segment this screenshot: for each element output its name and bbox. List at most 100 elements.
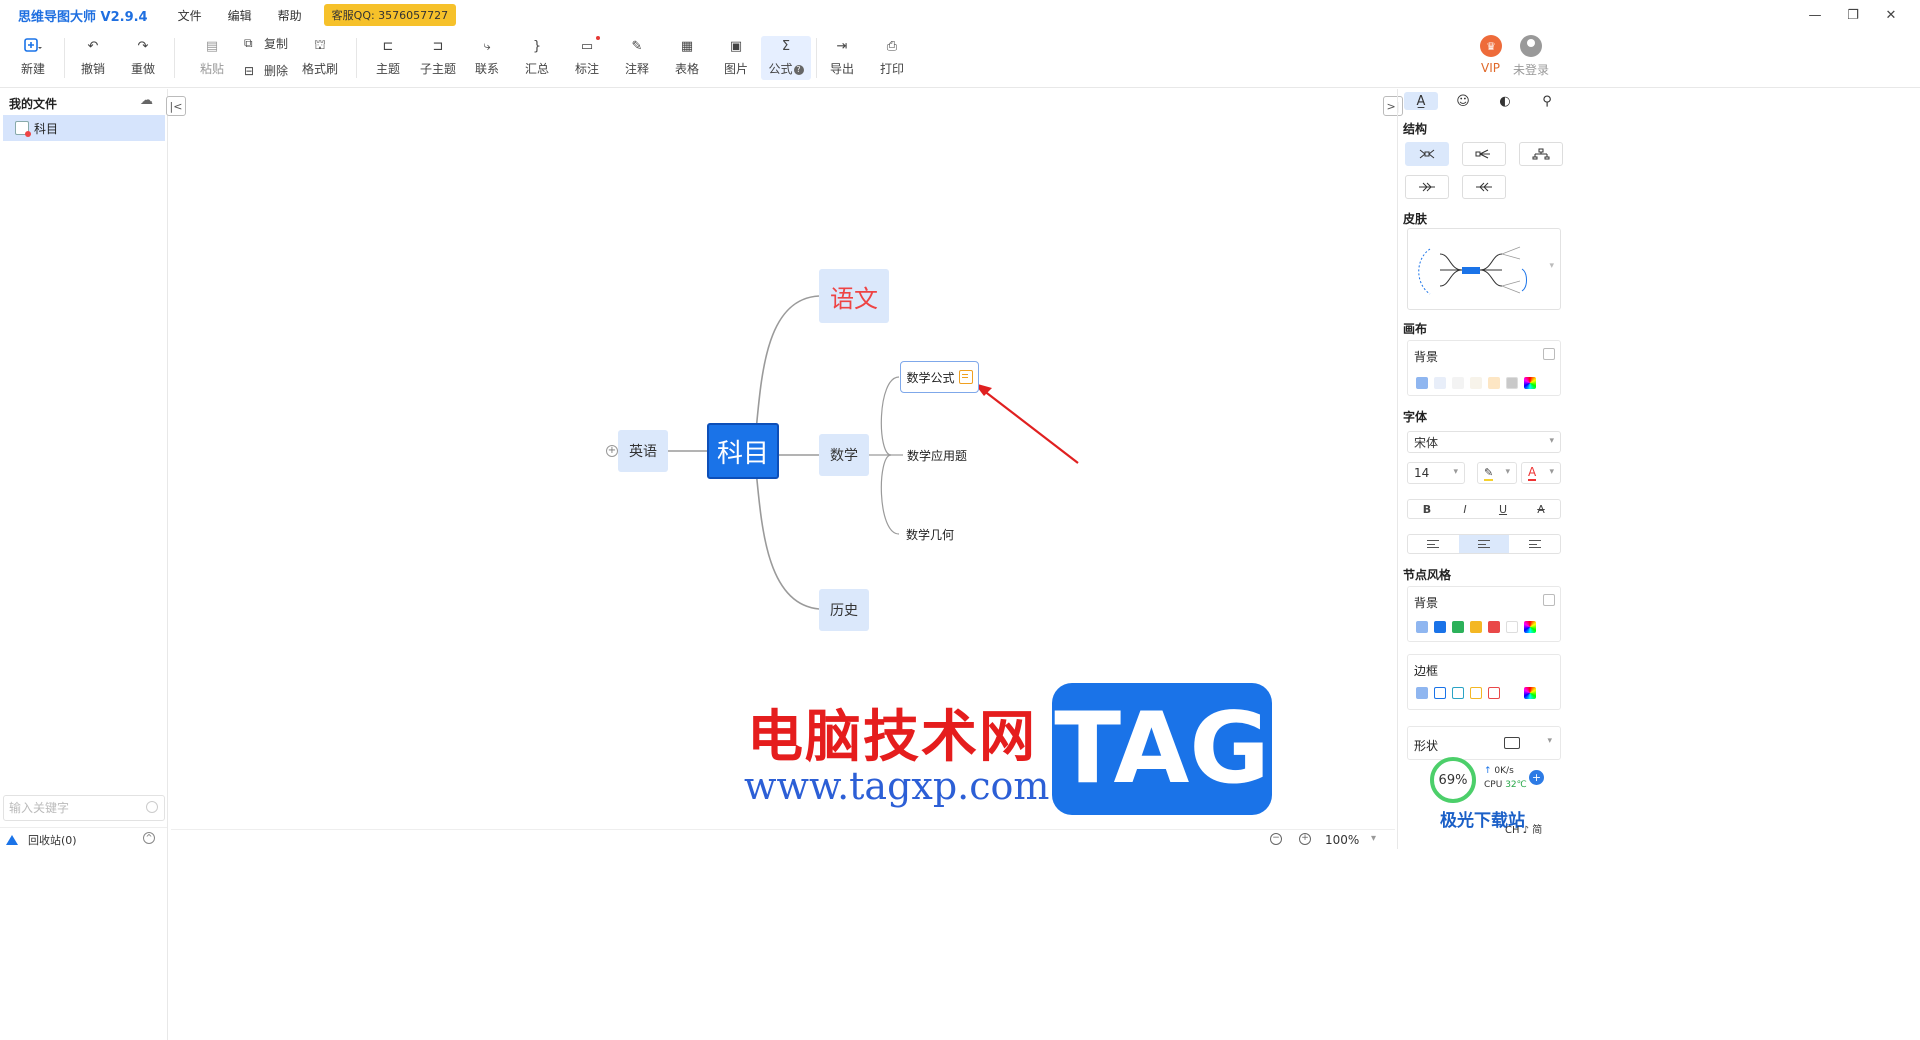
custom-color-swatch[interactable] [1416, 377, 1428, 389]
print-button[interactable]: ⎙ 打印 [867, 36, 917, 80]
border-color-swatch[interactable] [1452, 687, 1464, 699]
copy-button[interactable]: ⧉ 复制 [244, 35, 288, 52]
image-button[interactable]: ▣ 图片 [711, 36, 761, 80]
color-swatch[interactable] [1506, 377, 1518, 389]
undo-button[interactable]: ↶ 撤销 [68, 36, 118, 80]
color-swatch[interactable] [1470, 377, 1482, 389]
color-swatch[interactable] [1488, 621, 1500, 633]
skin-preview[interactable]: ▾ [1407, 228, 1561, 310]
support-qq-badge[interactable]: 客服QQ: 3576057727 [323, 4, 457, 26]
menu-help[interactable]: 帮助 [278, 7, 302, 24]
vip-crown-icon[interactable]: ♛ [1480, 35, 1502, 57]
recycle-bin-bar[interactable]: 回收站(0) ^ [0, 827, 167, 851]
custom-color-swatch[interactable] [1416, 687, 1428, 699]
avatar[interactable] [1520, 35, 1542, 57]
underline-button[interactable]: U [1484, 500, 1522, 518]
summary-brace-icon: } [532, 38, 542, 54]
color-swatch[interactable] [1452, 377, 1464, 389]
structure-fishbone-left-button[interactable] [1462, 175, 1506, 199]
node-chinese[interactable]: 语文 [819, 269, 889, 323]
menu-file[interactable]: 文件 [178, 7, 202, 24]
close-button[interactable]: ✕ [1872, 4, 1910, 26]
login-status[interactable]: 未登录 [1513, 61, 1549, 78]
color-picker-icon[interactable] [1524, 621, 1536, 633]
tab-search-icon[interactable]: ⚲ [1530, 92, 1564, 110]
node-math-applied[interactable]: 数学应用题 [904, 445, 970, 465]
chevron-down-icon[interactable]: ▾ [1549, 261, 1554, 271]
structure-org-button[interactable] [1519, 142, 1563, 166]
color-swatch[interactable] [1488, 377, 1500, 389]
node-math-formula[interactable]: 数学公式 [900, 361, 979, 393]
border-color-swatch[interactable] [1434, 687, 1446, 699]
mark-button[interactable]: ▭ 标注 [562, 36, 612, 80]
shape-card[interactable]: 形状 ▾ [1407, 726, 1561, 760]
summary-button[interactable]: } 汇总 [512, 36, 562, 80]
border-color-swatch[interactable] [1506, 687, 1518, 699]
export-button[interactable]: ⇥ 导出 [817, 36, 867, 80]
node-math-geometry[interactable]: 数学几何 [904, 524, 956, 544]
redo-button[interactable]: ↷ 重做 [118, 36, 168, 80]
delete-button[interactable]: ⊟ 删除 [244, 62, 288, 79]
highlight-color-select[interactable]: ✎ ▾ [1477, 462, 1517, 484]
formula-button[interactable]: Σ 公式? [761, 36, 811, 80]
subtopic-button[interactable]: ⊐ 子主题 [413, 36, 463, 80]
color-swatch[interactable] [1434, 621, 1446, 633]
expand-node-icon[interactable]: + [606, 445, 618, 457]
vip-label[interactable]: VIP [1481, 61, 1500, 75]
bold-button[interactable]: B [1408, 500, 1446, 518]
color-swatch[interactable] [1506, 621, 1518, 633]
structure-fishbone-right-button[interactable] [1405, 175, 1449, 199]
menu-edit[interactable]: 编辑 [228, 7, 252, 24]
tab-theme-icon[interactable]: ◐ [1488, 92, 1522, 110]
align-center-button[interactable] [1458, 535, 1510, 553]
root-node[interactable]: 科目 [707, 423, 779, 479]
color-swatch[interactable] [1434, 377, 1446, 389]
zoom-in-icon[interactable]: + [1299, 833, 1311, 845]
border-color-swatch[interactable] [1470, 687, 1482, 699]
color-swatch[interactable] [1452, 621, 1464, 633]
font-family-select[interactable]: 宋体 ▾ [1407, 431, 1561, 453]
node-history[interactable]: 历史 [819, 589, 869, 631]
chevron-up-icon[interactable]: ^ [143, 832, 155, 844]
format-brush-button[interactable]: ⛫ 格式刷 [295, 36, 345, 80]
font-size-select[interactable]: 14 ▾ [1407, 462, 1465, 484]
note-button[interactable]: ✎ 注释 [612, 36, 662, 80]
search-icon[interactable] [146, 801, 158, 813]
topic-button[interactable]: ⊏ 主题 [363, 36, 413, 80]
strikethrough-button[interactable]: A [1522, 500, 1560, 518]
minimize-button[interactable]: — [1796, 4, 1834, 26]
node-background-checkbox[interactable] [1543, 594, 1555, 606]
table-button[interactable]: ▦ 表格 [662, 36, 712, 80]
tab-icons-icon[interactable]: ☺ [1446, 92, 1480, 110]
help-icon[interactable]: ? [793, 64, 804, 75]
canvas-background-checkbox[interactable] [1543, 348, 1555, 360]
tab-style-icon[interactable]: A̲ [1404, 92, 1438, 110]
color-picker-icon[interactable] [1524, 687, 1536, 699]
color-picker-icon[interactable] [1524, 377, 1536, 389]
zoom-out-icon[interactable]: − [1270, 833, 1282, 845]
italic-button[interactable]: I [1446, 500, 1484, 518]
search-input[interactable] [9, 801, 139, 815]
cpu-load-gauge[interactable]: 69% [1430, 757, 1476, 803]
new-button[interactable]: 新建 [8, 36, 58, 80]
file-item[interactable]: 科目 [3, 115, 165, 141]
color-swatch[interactable] [1470, 621, 1482, 633]
cloud-sync-icon[interactable]: ☁ [140, 93, 158, 108]
ime-indicator[interactable]: CH ♪ 简 [1505, 821, 1542, 836]
chevron-down-icon[interactable]: ▾ [1371, 833, 1376, 844]
add-widget-icon[interactable]: + [1529, 770, 1544, 785]
font-color-select[interactable]: A ▾ [1521, 462, 1561, 484]
align-right-button[interactable] [1509, 535, 1560, 553]
node-english[interactable]: 英语 [618, 430, 668, 472]
custom-color-swatch[interactable] [1416, 621, 1428, 633]
zoom-level[interactable]: 100% [1325, 833, 1359, 847]
border-color-swatch[interactable] [1488, 687, 1500, 699]
formula-note-icon[interactable] [958, 370, 973, 384]
restore-button[interactable]: ❐ [1834, 4, 1872, 26]
paste-button[interactable]: ▤ 粘贴 [187, 36, 237, 80]
structure-right-button[interactable] [1462, 142, 1506, 166]
relation-button[interactable]: ⤷ 联系 [462, 36, 512, 80]
structure-mindmap-button[interactable] [1405, 142, 1449, 166]
align-left-button[interactable] [1408, 535, 1459, 553]
node-math[interactable]: 数学 [819, 434, 869, 476]
